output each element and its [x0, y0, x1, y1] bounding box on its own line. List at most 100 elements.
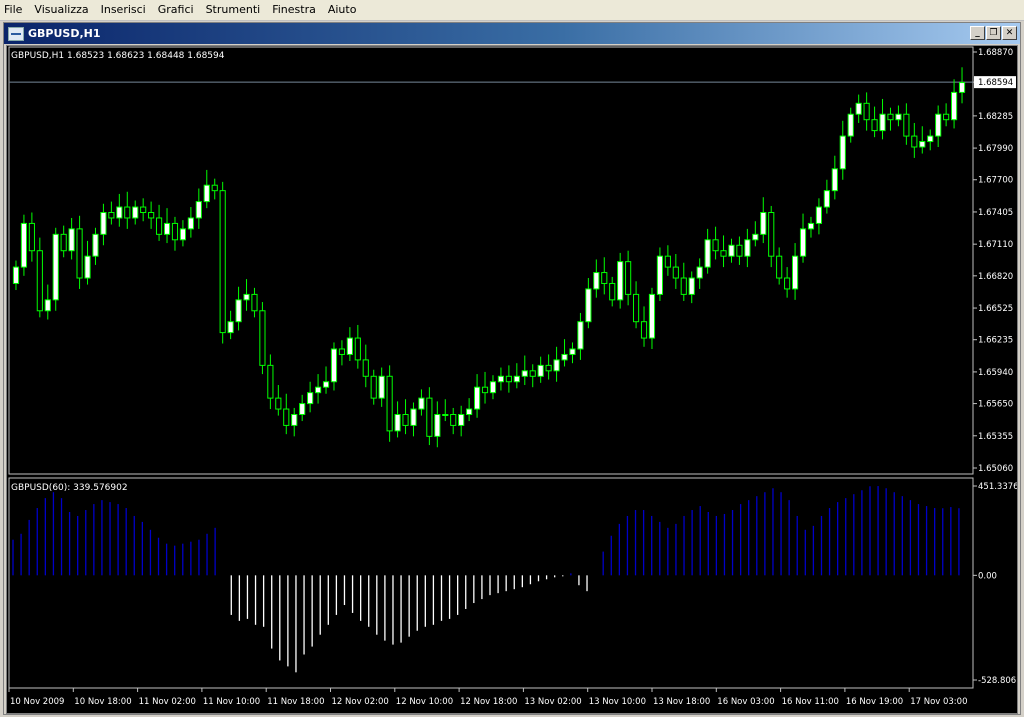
candle — [736, 236, 743, 265]
candle-body — [895, 113, 902, 121]
price-axis-label: 1.66820 — [978, 272, 1013, 282]
candle-body — [378, 375, 385, 399]
candle-body — [871, 119, 878, 132]
candle — [784, 267, 791, 298]
candle — [712, 226, 719, 260]
candle-body — [171, 222, 179, 241]
candle-body — [418, 397, 425, 410]
candle — [275, 385, 282, 416]
candle — [855, 94, 862, 123]
candle-body — [466, 408, 473, 415]
candle-body — [768, 212, 775, 257]
candle-body — [950, 91, 958, 121]
candle-body — [394, 413, 401, 432]
candle — [124, 191, 131, 229]
candle-body — [155, 217, 163, 235]
candle-body — [760, 212, 767, 235]
candle-body — [696, 266, 703, 279]
candle-body — [426, 397, 433, 437]
candle — [927, 129, 934, 151]
candle — [537, 356, 544, 383]
candle — [919, 126, 926, 154]
candle-body — [163, 222, 171, 235]
minimize-button[interactable]: _ — [970, 26, 985, 40]
candle — [187, 207, 194, 238]
candle — [211, 178, 218, 200]
candle — [632, 281, 640, 329]
candle-body — [863, 102, 870, 121]
time-axis-label: 11 Nov 10:00 — [203, 697, 260, 707]
close-button[interactable]: ✕ — [1002, 26, 1017, 40]
candle — [704, 228, 711, 274]
candle — [195, 188, 202, 229]
menu-item-grafici[interactable]: Grafici — [153, 0, 201, 20]
candle — [466, 398, 473, 422]
candle-body — [362, 359, 369, 377]
menu-item-file[interactable]: File — [0, 0, 29, 20]
chart-canvas[interactable]: 1.68870 1.68594 1.68285 1.67990 1.67700 1.674… — [6, 45, 1019, 714]
candle-body — [12, 266, 20, 284]
time-axis-label: 12 Nov 02:00 — [332, 697, 389, 707]
time-axis-label: 16 Nov 11:00 — [782, 697, 839, 707]
candle-body — [140, 206, 147, 214]
candle — [911, 122, 918, 158]
candle — [680, 262, 687, 301]
candle-body — [402, 413, 409, 426]
candle-body — [489, 381, 497, 394]
candle — [458, 405, 465, 437]
candle-body — [688, 277, 695, 295]
candle — [521, 355, 528, 386]
candle-body — [124, 206, 131, 219]
indicator-panel: 451.3376 0.00 -528.806 — [8, 477, 1019, 689]
candle-body — [625, 261, 632, 295]
indicator-panel-header: GBPUSD(60): 339.576902 — [11, 483, 128, 493]
candle — [346, 327, 353, 361]
candle — [338, 340, 346, 366]
candle — [362, 344, 369, 388]
candle — [76, 215, 83, 289]
candle-body — [640, 321, 648, 339]
indicator-panel-frame — [8, 477, 974, 689]
candle — [879, 98, 886, 140]
candle — [370, 369, 377, 405]
candle-body — [497, 375, 505, 383]
candle — [895, 105, 902, 127]
menu-item-inserisci[interactable]: Inserisci — [96, 0, 153, 20]
candle — [799, 213, 807, 263]
candle — [839, 120, 846, 180]
candle-body — [664, 255, 671, 268]
candle — [903, 103, 910, 145]
candle — [179, 220, 187, 247]
menu-item-finestra[interactable]: Finestra — [267, 0, 323, 20]
candle — [314, 374, 322, 404]
candle — [140, 198, 147, 222]
candle — [807, 216, 815, 238]
time-axis-label: 16 Nov 03:00 — [717, 697, 774, 707]
candle — [640, 306, 648, 347]
menu-item-visualizza[interactable]: Visualizza — [29, 0, 95, 20]
menu-item-strumenti[interactable]: Strumenti — [201, 0, 268, 20]
candle — [426, 387, 433, 446]
candle-body — [243, 293, 250, 301]
candle-body — [386, 375, 393, 432]
candle-body — [569, 348, 576, 355]
candle-body — [784, 277, 791, 290]
candle — [625, 250, 632, 306]
candle — [958, 67, 966, 104]
candle-body — [537, 364, 544, 377]
restore-button[interactable]: ❐ — [986, 26, 1001, 40]
menu-item-aiuto[interactable]: Aiuto — [323, 0, 364, 20]
candle — [760, 197, 767, 244]
chart-svg[interactable]: 1.68870 1.68594 1.68285 1.67990 1.67700 1.674… — [7, 46, 1019, 713]
candle — [744, 228, 751, 268]
time-axis-label: 13 Nov 18:00 — [653, 697, 710, 707]
candle — [950, 79, 958, 129]
window-titlebar[interactable]: GBPUSD,H1 _ ❐ ✕ — [4, 23, 1020, 44]
price-axis-label: 1.68870 — [978, 48, 1013, 58]
candle — [569, 342, 576, 364]
candle — [100, 203, 107, 246]
candle — [283, 393, 290, 435]
candle-body — [267, 364, 274, 399]
candle — [871, 106, 878, 138]
candle — [155, 204, 163, 241]
